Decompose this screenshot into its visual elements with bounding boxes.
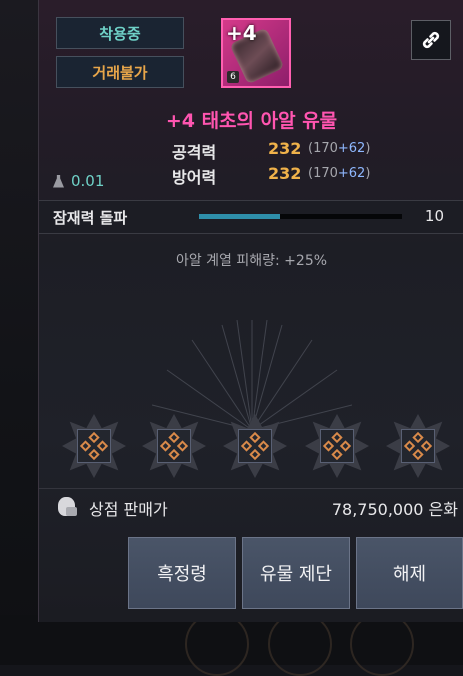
- socket-slot[interactable]: [223, 414, 287, 478]
- unequip-button[interactable]: 해제: [356, 537, 463, 609]
- item-image: +4 6: [221, 18, 291, 88]
- stat-value: 232: [268, 164, 302, 183]
- socket-slot[interactable]: [142, 414, 206, 478]
- relic-craft-button[interactable]: 유물 제단: [242, 537, 350, 609]
- equipped-badge: 착용중: [56, 17, 184, 49]
- rune-icon: [403, 431, 433, 461]
- rune-icon: [159, 431, 189, 461]
- item-tooltip-panel: 착용중 거래불가 +4 6 +4 태초의 아알 유물 공격력 232 (170+…: [38, 0, 463, 622]
- rune-icon: [322, 431, 352, 461]
- shop-price-label: 상점 판매가: [89, 500, 168, 519]
- socket-slot[interactable]: [62, 414, 126, 478]
- weight-info: 0.01: [53, 172, 104, 190]
- weight-icon: [53, 174, 64, 188]
- background-left: [0, 0, 40, 665]
- link-button[interactable]: [411, 20, 451, 60]
- untradable-badge: 거래불가: [56, 56, 184, 88]
- potential-value: 10: [424, 207, 444, 225]
- item-name: +4 태초의 아알 유물: [165, 110, 338, 132]
- stat-value: 232: [268, 139, 302, 158]
- stat-detail: (170+62): [308, 166, 371, 181]
- black-spirit-button[interactable]: 흑정령: [128, 537, 236, 609]
- shop-price-row: 상점 판매가 78,750,000 은화: [39, 488, 463, 525]
- stat-detail: (170+62): [308, 141, 371, 156]
- socket-slot[interactable]: [386, 414, 450, 478]
- potential-label: 잠재력 돌파: [53, 209, 128, 227]
- lock-number: 6: [230, 72, 236, 82]
- weight-value: 0.01: [71, 172, 105, 190]
- attack-stat: 공격력 232 (170+62): [39, 139, 463, 163]
- rune-icon: [240, 431, 270, 461]
- shop-price-value: 78,750,000 은화: [331, 500, 458, 519]
- stat-label: 공격력: [172, 143, 217, 162]
- enhance-level: +4: [226, 21, 257, 45]
- potential-progress-bar: [199, 214, 402, 219]
- rune-icon: [79, 431, 109, 461]
- money-bag-icon: [58, 497, 77, 516]
- stat-label: 방어력: [172, 168, 217, 187]
- lock-icon: 6: [227, 71, 239, 83]
- item-effect-text: 아알 계열 피해량: +25%: [175, 253, 328, 269]
- potential-breakthrough-row: 잠재력 돌파 10: [39, 200, 463, 234]
- socket-slot[interactable]: [305, 414, 369, 478]
- link-icon: [422, 31, 440, 49]
- potential-progress-fill: [199, 214, 281, 219]
